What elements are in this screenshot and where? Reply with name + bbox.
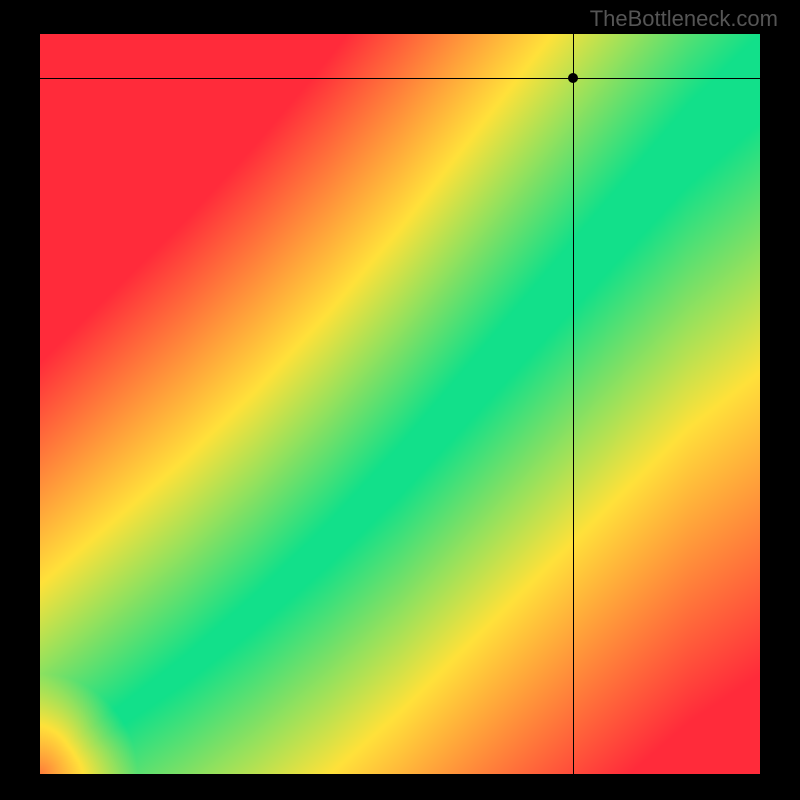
chart-container: TheBottleneck.com bbox=[0, 0, 800, 800]
crosshair-vertical bbox=[573, 34, 574, 774]
heatmap-canvas bbox=[40, 34, 760, 774]
plot-area bbox=[40, 34, 760, 774]
crosshair-horizontal bbox=[40, 78, 760, 79]
watermark-text: TheBottleneck.com bbox=[590, 6, 778, 32]
intersection-marker bbox=[568, 73, 578, 83]
